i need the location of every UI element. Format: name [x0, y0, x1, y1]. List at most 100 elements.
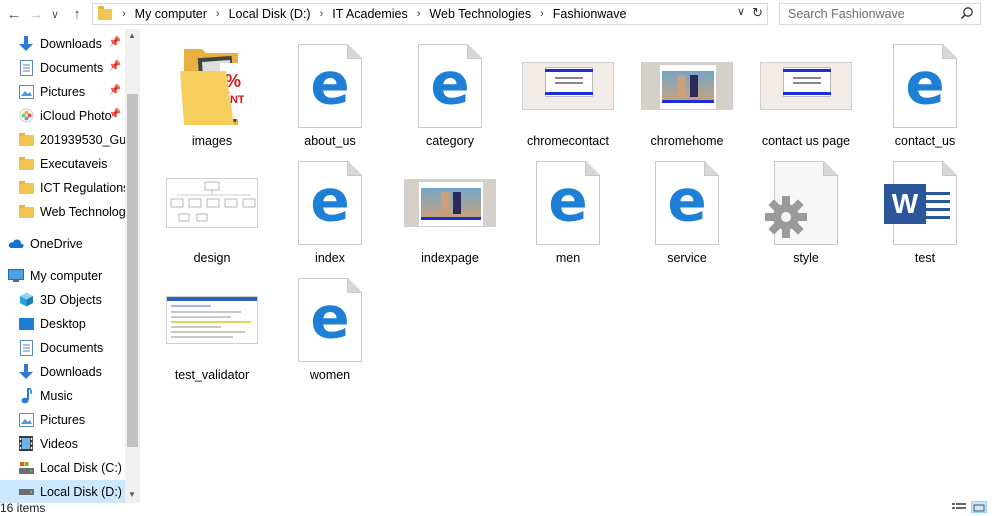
- sidebar-item-label: Executaveis: [40, 156, 108, 171]
- sidebar-item-executaveis[interactable]: Executaveis: [0, 152, 125, 175]
- sidebar-scrollbar[interactable]: ▲ ▼: [125, 29, 140, 503]
- edge-icon: e: [310, 166, 350, 235]
- file-item-service[interactable]: e service: [631, 159, 743, 271]
- sidebar-item-pictures-2[interactable]: Pictures: [0, 408, 125, 431]
- sidebar-item-downloads[interactable]: Downloads 📌: [0, 32, 125, 55]
- film-icon: [18, 436, 34, 452]
- file-item-women[interactable]: e women: [274, 276, 386, 388]
- sidebar-item-label: Pictures: [40, 84, 86, 99]
- search-icon[interactable]: [960, 6, 974, 20]
- address-dropdown-button[interactable]: ∨: [737, 5, 745, 18]
- file-item-chromecontact[interactable]: chromecontact: [512, 42, 624, 154]
- item-count: 16 items: [0, 501, 46, 515]
- sidebar-item-documents-2[interactable]: Documents: [0, 336, 125, 359]
- up-button[interactable]: ↑: [67, 4, 87, 24]
- file-item-index[interactable]: e index: [274, 159, 386, 271]
- file-item-contact-us-page[interactable]: contact us page: [750, 42, 862, 154]
- edge-icon: e: [310, 283, 350, 352]
- file-name: chromehome: [650, 134, 724, 148]
- back-arrow-icon: ←: [6, 5, 22, 23]
- file-item-indexpage[interactable]: indexpage: [394, 159, 506, 271]
- file-item-category[interactable]: e category: [394, 42, 506, 154]
- file-name: women: [309, 368, 351, 382]
- address-bar[interactable]: › My computer › Local Disk (D:) › IT Aca…: [92, 3, 768, 25]
- refresh-button[interactable]: ↻: [752, 5, 763, 21]
- pin-icon: 📌: [108, 37, 121, 48]
- html-document-icon: e: [298, 161, 362, 245]
- file-item-men[interactable]: e men: [512, 159, 624, 271]
- file-item-chromehome[interactable]: chromehome: [631, 42, 743, 154]
- word-icon: W: [884, 184, 926, 224]
- file-item-style[interactable]: style: [750, 159, 862, 271]
- music-note-icon: [18, 387, 34, 404]
- navigation-bar: ← → ∨ ↑ › My computer › Local Disk (D:) …: [0, 0, 995, 29]
- sidebar-item-icloud-photo[interactable]: iCloud Photo 📌: [0, 104, 125, 127]
- file-item-images[interactable]: % UNT images: [156, 42, 268, 154]
- search-input[interactable]: Search Fashionwave: [779, 3, 981, 25]
- sidebar-item-local-disk-c[interactable]: Local Disk (C:): [0, 456, 125, 479]
- forward-button[interactable]: →: [26, 4, 46, 24]
- file-name: about_us: [304, 134, 356, 148]
- sidebar-item-label: Web Technologi: [40, 204, 125, 219]
- html-document-icon: e: [536, 161, 600, 245]
- sidebar-item-ict-regulations[interactable]: ICT Regulations: [0, 176, 125, 199]
- folder-icon: [18, 180, 34, 196]
- cloud-icon: [8, 236, 24, 252]
- breadcrumb-local-disk-d[interactable]: Local Disk (D:): [229, 7, 311, 21]
- scrollbar-thumb[interactable]: [127, 94, 138, 447]
- sidebar-item-music[interactable]: Music: [0, 384, 125, 407]
- sidebar-item-3d-objects[interactable]: 3D Objects: [0, 288, 125, 311]
- sidebar-item-label: Pictures: [40, 412, 86, 427]
- sidebar-item-web-technologies[interactable]: Web Technologi: [0, 200, 125, 223]
- drive-icon: [18, 484, 34, 500]
- file-item-contact-us[interactable]: e contact_us: [869, 42, 981, 154]
- scroll-up-arrow-icon[interactable]: ▲: [128, 31, 136, 40]
- sidebar-item-pictures[interactable]: Pictures 📌: [0, 80, 125, 103]
- sidebar-item-videos[interactable]: Videos: [0, 432, 125, 455]
- download-arrow-icon: [18, 35, 34, 52]
- large-icons-view-icon[interactable]: [971, 501, 987, 513]
- file-item-test-validator[interactable]: test_validator: [156, 276, 268, 388]
- folder-icon: [18, 132, 34, 148]
- sidebar-item-onedrive[interactable]: OneDrive: [0, 232, 125, 255]
- scroll-down-arrow-icon[interactable]: ▼: [128, 490, 136, 499]
- file-item-test[interactable]: W test: [869, 159, 981, 271]
- file-item-about-us[interactable]: e about_us: [274, 42, 386, 154]
- chevron-right-icon: ›: [122, 8, 126, 20]
- sidebar-item-label: Music: [40, 388, 73, 403]
- sidebar-item-downloads-2[interactable]: Downloads: [0, 360, 125, 383]
- back-button[interactable]: ←: [4, 4, 24, 24]
- pictures-icon: [18, 412, 34, 428]
- file-item-design[interactable]: design: [156, 159, 268, 271]
- search-placeholder: Search Fashionwave: [788, 7, 905, 21]
- sidebar-item-201939530[interactable]: 201939530_Guilh: [0, 128, 125, 151]
- breadcrumb-fashionwave[interactable]: Fashionwave: [553, 7, 627, 21]
- pin-icon: 📌: [108, 61, 121, 72]
- sidebar-item-label: Local Disk (D:): [40, 484, 122, 499]
- html-document-icon: e: [298, 44, 362, 128]
- image-thumbnail: [760, 62, 852, 110]
- breadcrumb-web-technologies[interactable]: Web Technologies: [429, 7, 531, 21]
- file-name: test_validator: [174, 368, 250, 382]
- forward-arrow-icon: →: [28, 5, 44, 23]
- breadcrumb-it-academies[interactable]: IT Academies: [332, 7, 408, 21]
- folder-icon: [18, 156, 34, 172]
- sidebar-item-desktop[interactable]: Desktop: [0, 312, 125, 335]
- sidebar-item-local-disk-d[interactable]: Local Disk (D:): [0, 480, 125, 503]
- chevron-down-icon: ∨: [50, 8, 60, 21]
- sidebar-item-documents[interactable]: Documents 📌: [0, 56, 125, 79]
- breadcrumb-my-computer[interactable]: My computer: [135, 7, 207, 21]
- edge-icon: e: [548, 166, 588, 235]
- sidebar-item-label: Downloads: [40, 364, 102, 379]
- sidebar-item-my-computer[interactable]: My computer: [0, 264, 125, 287]
- details-view-icon[interactable]: [951, 501, 967, 513]
- image-thumbnail: [641, 62, 733, 110]
- folder-icon: [98, 5, 112, 20]
- edge-icon: e: [310, 49, 350, 118]
- recent-locations-button[interactable]: ∨: [45, 4, 65, 24]
- file-name: design: [193, 251, 231, 265]
- chevron-right-icon: ›: [416, 8, 421, 20]
- html-document-icon: e: [655, 161, 719, 245]
- download-arrow-icon: [18, 363, 34, 380]
- sidebar-item-label: My computer: [30, 268, 103, 283]
